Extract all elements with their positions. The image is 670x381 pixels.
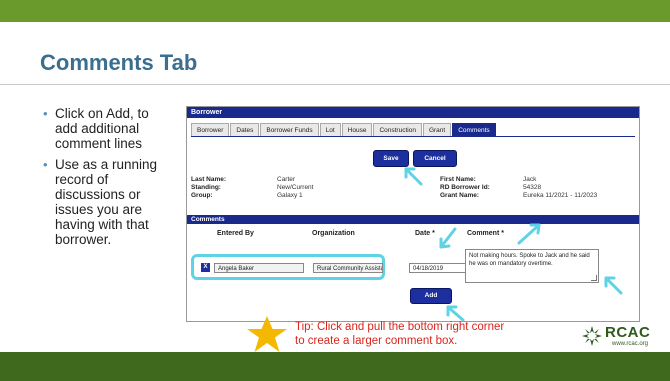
- star-icon: [247, 316, 287, 352]
- standing-value: New/Current: [277, 184, 314, 191]
- bottom-banner: [0, 352, 670, 381]
- arrow-icon: [604, 276, 623, 295]
- col-organization: Organization: [312, 230, 355, 237]
- rcac-logo-icon: [582, 326, 602, 346]
- col-comment: Comment *: [467, 230, 504, 237]
- tab-bar: Borrower Dates Borrower Funds Lot House …: [191, 123, 497, 137]
- tab-borrower-funds[interactable]: Borrower Funds: [260, 123, 319, 137]
- tab-comments[interactable]: Comments: [452, 123, 496, 137]
- tip-line-2: to create a larger comment box.: [295, 335, 458, 347]
- tab-lot[interactable]: Lot: [319, 123, 341, 137]
- col-entered-by: Entered By: [217, 230, 254, 237]
- tab-construction[interactable]: Construction: [373, 123, 422, 137]
- tab-borrower[interactable]: Borrower: [191, 123, 230, 137]
- last-name-label: Last Name:: [191, 176, 227, 183]
- col-date: Date *: [415, 230, 435, 237]
- arrow-icon: [404, 167, 423, 186]
- arrow-icon: [517, 223, 541, 245]
- last-name-value: Carter: [277, 176, 296, 183]
- comment-textarea[interactable]: Not making hours. Spoke to Jack and he s…: [465, 249, 599, 283]
- arrow-icon: [446, 305, 465, 322]
- title-divider: [0, 84, 670, 85]
- rd-borrower-id-value: 54328: [523, 184, 542, 191]
- rcac-logo-text: RCAC: [605, 324, 651, 341]
- slide-title: Comments Tab: [40, 50, 198, 75]
- rd-borrower-id-label: RD Borrower Id:: [440, 184, 490, 191]
- borrower-app-screenshot: Borrower Borrower Dates Borrower Funds L…: [186, 106, 640, 322]
- entered-by-input[interactable]: Angela Baker: [214, 263, 304, 273]
- tab-underline: [191, 136, 635, 137]
- tab-house[interactable]: House: [341, 123, 373, 137]
- tab-grant[interactable]: Grant: [422, 123, 452, 137]
- tip-text: Tip: Click and pull the bottom right cor…: [295, 320, 504, 348]
- standing-label: Standing:: [191, 184, 221, 191]
- bullet-list: Click on Add, to add additional comment …: [43, 106, 170, 253]
- rcac-url: www.rcac.org: [612, 341, 649, 347]
- panel-header: Borrower: [187, 107, 639, 118]
- comment-text: Not making hours. Spoke to Jack and he s…: [469, 253, 590, 267]
- tip-line-1: Tip: Click and pull the bottom right cor…: [295, 321, 505, 333]
- group-label: Group:: [191, 192, 213, 199]
- arrow-icon: [439, 227, 457, 249]
- bullet-item: Use as a running record of discussions o…: [43, 157, 170, 247]
- comments-section-header: Comments: [187, 215, 639, 224]
- date-input[interactable]: 04/18/2019: [409, 263, 467, 273]
- group-value: Galaxy 1: [277, 192, 303, 199]
- organization-input[interactable]: Rural Community Assistance Cor: [313, 263, 383, 273]
- delete-comment-icon[interactable]: X: [201, 263, 210, 272]
- grant-name-value: Eureka 11/2021 - 11/2023: [523, 192, 598, 199]
- first-name-label: First Name:: [440, 176, 476, 183]
- resize-grip-icon[interactable]: [591, 275, 597, 281]
- bullet-item: Click on Add, to add additional comment …: [43, 106, 170, 151]
- tab-dates[interactable]: Dates: [230, 123, 260, 137]
- grant-name-label: Grant Name:: [440, 192, 480, 199]
- top-banner: [0, 0, 670, 22]
- first-name-value: Jack: [523, 176, 537, 183]
